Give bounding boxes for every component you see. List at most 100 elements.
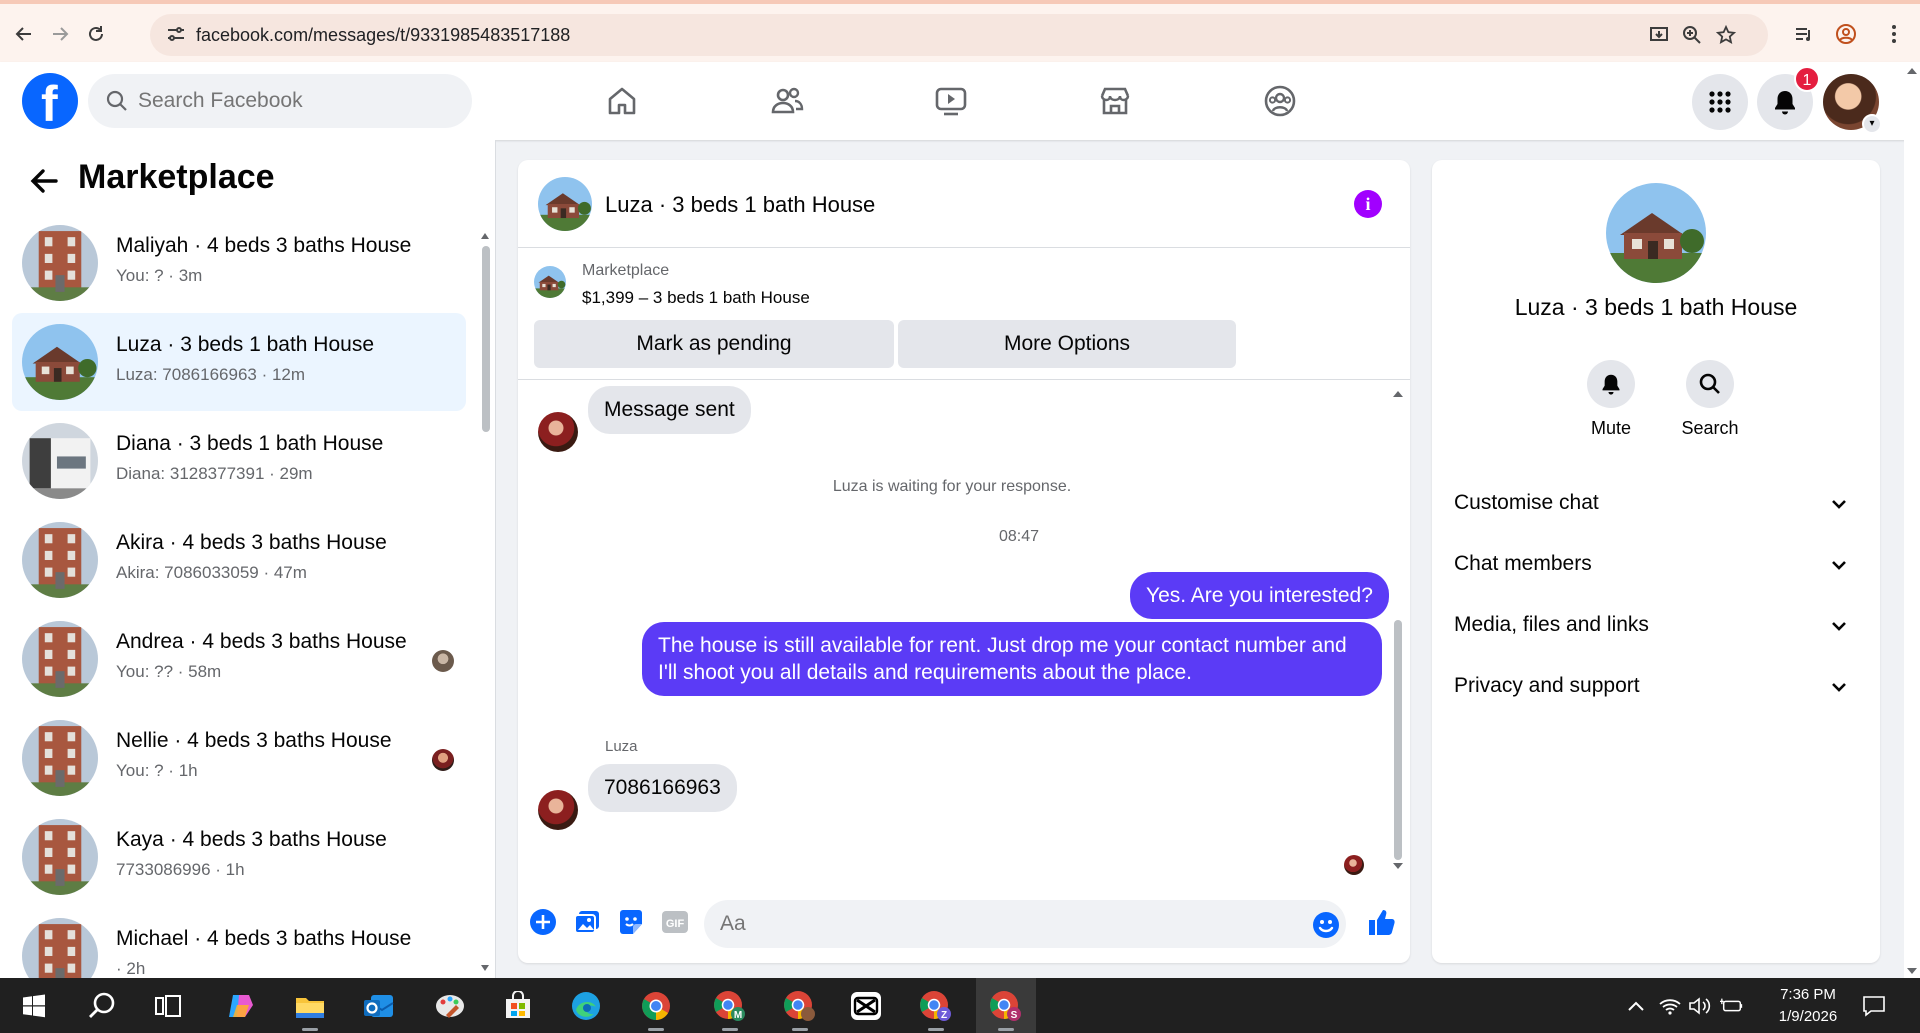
conversation-item[interactable]: Kaya · 4 beds 3 baths House 7733086996 · …: [12, 808, 466, 906]
chrome-icon[interactable]: [626, 978, 686, 1033]
section-label: Privacy and support: [1454, 674, 1640, 697]
chevron-down-icon[interactable]: ▾: [1862, 114, 1882, 134]
site-settings-icon[interactable]: [166, 24, 186, 44]
info-section[interactable]: Chat members: [1454, 544, 1862, 584]
mute-label: Mute: [1590, 418, 1632, 438]
chevron-down-icon: [1832, 561, 1846, 570]
back-icon[interactable]: [10, 20, 38, 48]
notification-center-icon[interactable]: [1862, 994, 1886, 1018]
back-arrow-icon[interactable]: [28, 166, 60, 196]
sender-name: Luza: [605, 738, 638, 755]
nav-watch[interactable]: [891, 74, 1011, 128]
windows-start-icon[interactable]: [4, 978, 64, 1033]
system-clock[interactable]: 7:36 PM 1/9/2026: [1766, 984, 1850, 1028]
sidebar-scrollbar[interactable]: [480, 232, 490, 972]
chevron-up-icon[interactable]: [1624, 994, 1648, 1018]
file-explorer-icon[interactable]: [280, 978, 340, 1033]
sticker-icon[interactable]: [616, 907, 646, 937]
chrome-profile-s-icon[interactable]: S: [976, 978, 1036, 1033]
media-control-icon[interactable]: [1790, 20, 1818, 48]
emoji-icon[interactable]: [1312, 911, 1340, 939]
task-view-icon[interactable]: [138, 978, 198, 1033]
page-title: Marketplace: [78, 158, 275, 196]
conversation-item[interactable]: Nellie · 4 beds 3 baths House You: ? · 1h: [12, 709, 466, 807]
listing-price[interactable]: $1,399 – 3 beds 1 bath House: [582, 288, 810, 308]
read-receipt-avatar: [1344, 855, 1364, 875]
menu-icon[interactable]: [1880, 20, 1908, 48]
info-section[interactable]: Privacy and support: [1454, 666, 1862, 706]
seen-avatar: [432, 749, 454, 771]
forward-icon[interactable]: [46, 20, 74, 48]
conversation-item[interactable]: Diana · 3 beds 1 bath House Diana: 312837…: [12, 412, 466, 510]
search-box[interactable]: [88, 74, 472, 128]
photo-icon[interactable]: [572, 907, 602, 937]
conversation-item[interactable]: Luza · 3 beds 1 bath House Luza: 70861669…: [12, 313, 466, 411]
info-icon[interactable]: i: [1354, 190, 1382, 218]
notification-badge: 1: [1794, 66, 1820, 92]
chrome-profile-z-icon[interactable]: Z: [906, 978, 966, 1033]
conversation-name: Maliyah · 4 beds 3 baths House: [116, 234, 412, 257]
conversation-item[interactable]: Michael · 4 beds 3 baths House · 2h: [12, 907, 466, 978]
marketplace-conversation-list: Marketplace Maliyah · 4 beds 3 baths Hou…: [0, 140, 496, 978]
gif-icon[interactable]: GIF: [660, 907, 690, 937]
conversation-item[interactable]: Maliyah · 4 beds 3 baths House You: ? · 3…: [12, 214, 466, 312]
grid-menu-icon: [1709, 91, 1731, 113]
outlook-icon[interactable]: [349, 978, 409, 1033]
search-input[interactable]: [138, 88, 438, 114]
edge-icon[interactable]: [556, 978, 616, 1033]
taskbar-search-icon[interactable]: [72, 978, 132, 1033]
sender-avatar[interactable]: [538, 412, 578, 452]
paint-icon[interactable]: [420, 978, 480, 1033]
listing-avatar[interactable]: [1606, 183, 1706, 283]
chat-avatar[interactable]: [538, 177, 592, 231]
address-bar[interactable]: facebook.com/messages/t/9331985483517188: [150, 14, 1768, 56]
conversation-preview: Diana: 3128377391 · 29m: [116, 464, 313, 483]
message-input-box[interactable]: [704, 900, 1346, 948]
marketplace-icon: [1100, 87, 1130, 115]
info-section[interactable]: Media, files and links: [1454, 605, 1862, 645]
mute-button[interactable]: Mute: [1566, 360, 1656, 439]
chrome-profile-m-icon[interactable]: M: [700, 978, 760, 1033]
message-composer: GIF: [518, 883, 1410, 963]
network-icon[interactable]: [1658, 994, 1682, 1018]
sender-avatar[interactable]: [538, 790, 578, 830]
install-icon[interactable]: [1647, 23, 1671, 47]
microsoft-store-icon[interactable]: [488, 978, 548, 1033]
message-input[interactable]: [720, 910, 1280, 938]
battery-icon[interactable]: [1720, 994, 1744, 1018]
capcut-icon[interactable]: [836, 978, 896, 1033]
page-scrollbar[interactable]: [1904, 62, 1920, 978]
conversation-preview: You: ? · 3m: [116, 266, 203, 285]
nav-home[interactable]: [562, 74, 682, 128]
more-options-button[interactable]: More Options: [898, 320, 1236, 368]
chrome-profile-photo-icon[interactable]: [770, 978, 830, 1033]
windows-taskbar: M Z S 7:36 PM 1/9/2026: [0, 978, 1920, 1033]
nav-groups[interactable]: [1220, 74, 1340, 128]
browser-toolbar: facebook.com/messages/t/9331985483517188: [0, 0, 1920, 62]
chevron-down-icon: [1832, 683, 1846, 692]
mark-as-pending-button[interactable]: Mark as pending: [534, 320, 894, 368]
conversation-item[interactable]: Andrea · 4 beds 3 baths House You: ?? · 5…: [12, 610, 466, 708]
conversation-name: Kaya · 4 beds 3 baths House: [116, 828, 387, 851]
copilot-icon[interactable]: [210, 978, 270, 1033]
nav-marketplace[interactable]: [1055, 74, 1175, 128]
facebook-logo-icon[interactable]: f: [22, 73, 78, 132]
section-label: Customise chat: [1454, 491, 1599, 514]
like-icon[interactable]: [1366, 907, 1396, 937]
search-in-chat-button[interactable]: Search: [1665, 360, 1755, 439]
nav-friends[interactable]: [727, 74, 847, 128]
info-section[interactable]: Customise chat: [1454, 483, 1862, 523]
svg-text:M: M: [734, 1010, 742, 1021]
chat-title[interactable]: Luza · 3 beds 1 bath House: [605, 192, 875, 218]
reload-icon[interactable]: [82, 20, 110, 48]
zoom-icon[interactable]: [1680, 23, 1704, 47]
listing-thumbnail[interactable]: [534, 266, 566, 298]
menu-grid-button[interactable]: [1692, 74, 1748, 130]
plus-circle-icon[interactable]: [528, 907, 558, 937]
profile-icon[interactable]: [1832, 20, 1860, 48]
bookmark-star-icon[interactable]: [1714, 23, 1738, 47]
volume-icon[interactable]: [1688, 994, 1712, 1018]
conversation-item[interactable]: Akira · 4 beds 3 baths House Akira: 70860…: [12, 511, 466, 609]
thread-scrollbar[interactable]: [1392, 390, 1404, 870]
waiting-notice: Luza is waiting for your response.: [832, 478, 1072, 495]
